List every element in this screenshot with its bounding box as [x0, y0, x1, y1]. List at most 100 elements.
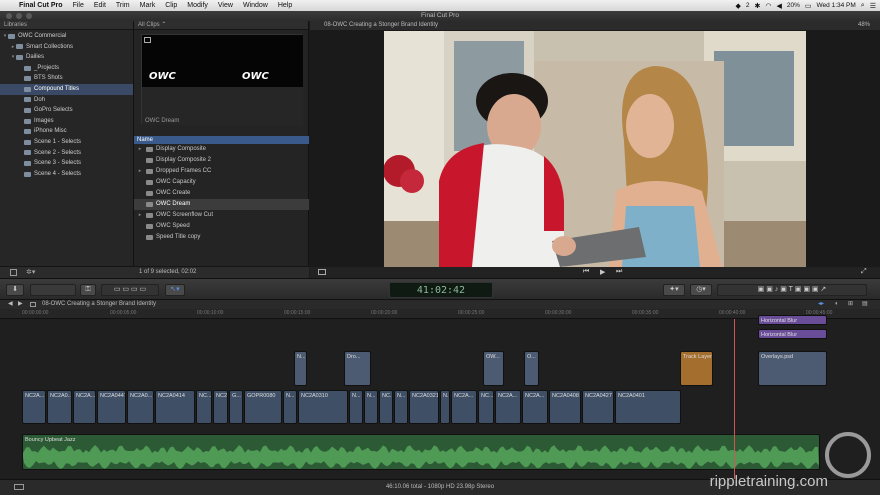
- close-window-button[interactable]: [6, 13, 12, 19]
- disclosure-triangle-icon[interactable]: ▸: [134, 144, 146, 155]
- minimize-window-button[interactable]: [16, 13, 22, 19]
- library-item[interactable]: Images: [0, 116, 133, 127]
- storyline-clip[interactable]: N...: [394, 390, 408, 424]
- storyline-clip[interactable]: N...: [349, 390, 363, 424]
- retime-icon[interactable]: ◷▾: [690, 284, 712, 296]
- forward-arrow-icon[interactable]: ▶: [18, 300, 23, 309]
- library-item[interactable]: ▾ OWC Commercial: [0, 31, 133, 42]
- clip-filter[interactable]: All Clips ⌃: [134, 21, 308, 30]
- next-frame-icon[interactable]: ⏭: [616, 268, 622, 276]
- connected-clip[interactable]: Overlays.psd: [758, 351, 827, 386]
- dropbox-icon[interactable]: ◆: [736, 2, 741, 10]
- import-icon[interactable]: ⬇: [6, 284, 24, 296]
- storyline-clip[interactable]: NC2A...: [451, 390, 477, 424]
- storyline-clip[interactable]: N...: [440, 390, 450, 424]
- timeline[interactable]: N... Dro... OW... O... Track Layer Horizontal…: [0, 315, 880, 479]
- library-item[interactable]: _Projects: [0, 63, 133, 74]
- storyline-clip[interactable]: NC2...: [213, 390, 228, 424]
- clip-row[interactable]: OWC Dream: [134, 199, 309, 210]
- menu-file[interactable]: File: [68, 0, 89, 11]
- action-gear-icon[interactable]: ✲▾: [26, 268, 35, 276]
- back-arrow-icon[interactable]: ◀: [8, 300, 13, 309]
- disclosure-triangle-icon[interactable]: ▸: [134, 166, 146, 177]
- timeline-ruler[interactable]: 00:00:00:00 00:00:05:00 00:00:10:00 00:00:1…: [0, 309, 880, 319]
- library-item[interactable]: Doh: [0, 95, 133, 106]
- library-item[interactable]: Scene 3 - Selects: [0, 158, 133, 169]
- solo-icon[interactable]: ◐: [835, 300, 839, 309]
- storyline-clip[interactable]: NC...: [478, 390, 494, 424]
- snapping-icon[interactable]: ⊞: [848, 300, 853, 309]
- spotlight-icon[interactable]: ⌕: [861, 2, 865, 10]
- clock[interactable]: Wed 1:34 PM: [817, 2, 856, 9]
- storyline-clip[interactable]: NC2A0414: [155, 390, 195, 424]
- volume-icon[interactable]: ◀: [777, 2, 782, 10]
- play-icon[interactable]: ▶: [600, 268, 605, 276]
- library-item[interactable]: ▾ Dailies: [0, 52, 133, 63]
- menu-modify[interactable]: Modify: [182, 0, 213, 11]
- wifi-icon[interactable]: ◠: [765, 2, 771, 10]
- timecode-display[interactable]: 41:02:42: [389, 282, 493, 298]
- viewer-zoom[interactable]: 48%: [858, 21, 870, 30]
- clip-row[interactable]: OWC Speed: [134, 221, 309, 232]
- enhance-icon[interactable]: ✦▾: [663, 284, 685, 296]
- connected-clip[interactable]: Horizontal Blur: [758, 329, 827, 339]
- storyline-clip[interactable]: NC2A...: [73, 390, 96, 424]
- library-item[interactable]: BTS Shots: [0, 73, 133, 84]
- storyline-clip[interactable]: NC2A...: [522, 390, 548, 424]
- connected-clip[interactable]: OW...: [483, 351, 504, 386]
- audio-clip[interactable]: Bouncy Upbeat Jazz: [22, 434, 820, 470]
- connected-clip[interactable]: Horizontal Blur: [758, 315, 827, 325]
- connected-clip[interactable]: Dro...: [344, 351, 371, 386]
- storyline-clip[interactable]: GOPR0080: [244, 390, 282, 424]
- key-icon[interactable]: ⚿: [80, 284, 96, 296]
- clip-row[interactable]: ▸ Display Composite: [134, 144, 309, 155]
- bluetooth-icon[interactable]: ✱: [755, 2, 761, 10]
- clip-row[interactable]: OWC Capacity: [134, 177, 309, 188]
- connected-clip[interactable]: N...: [294, 351, 307, 386]
- video-frame[interactable]: [384, 31, 806, 267]
- edit-buttons[interactable]: ▭ ▭ ▭ ▭: [101, 284, 159, 296]
- disclosure-triangle-icon[interactable]: ▸: [134, 210, 146, 221]
- menu-help[interactable]: Help: [273, 0, 297, 11]
- storyline-clip[interactable]: NC2A0310: [298, 390, 348, 424]
- menu-edit[interactable]: Edit: [89, 0, 111, 11]
- storyline-clip[interactable]: G...: [229, 390, 243, 424]
- menu-mark[interactable]: Mark: [135, 0, 161, 11]
- storyline-clip[interactable]: NC2A0427: [582, 390, 614, 424]
- storyline-clip[interactable]: NC2A0401: [615, 390, 681, 424]
- viewer-options-icon[interactable]: [318, 269, 326, 275]
- clip-row[interactable]: Speed Title copy: [134, 232, 309, 243]
- timeline-index-icon[interactable]: [14, 484, 24, 490]
- clip-row[interactable]: ▸ OWC Screenflow Cut: [134, 210, 309, 221]
- menu-window[interactable]: Window: [238, 0, 273, 11]
- storyline-clip[interactable]: NC...: [379, 390, 393, 424]
- storyline-clip[interactable]: NC2A0...: [127, 390, 154, 424]
- select-tool-icon[interactable]: ↖▾: [165, 284, 185, 296]
- library-item[interactable]: Compound Titles: [0, 83, 133, 95]
- clip-thumbnail[interactable]: OWC OWC: [142, 35, 303, 87]
- library-item[interactable]: Scene 4 - Selects: [0, 169, 133, 180]
- menu-view[interactable]: View: [213, 0, 238, 11]
- zoom-window-button[interactable]: [26, 13, 32, 19]
- clip-filmstrip[interactable]: OWC OWC OWC Dream: [141, 34, 303, 125]
- browser-toggle-buttons[interactable]: ▣ ▣ ♪ ▣ T ▣ ▣ ▣ ↗: [717, 284, 867, 296]
- menu-trim[interactable]: Trim: [111, 0, 135, 11]
- storyline-clip[interactable]: N...: [283, 390, 297, 424]
- connected-clip[interactable]: Track Layer: [680, 351, 713, 386]
- previous-frame-icon[interactable]: ⏮: [583, 268, 589, 276]
- clip-row[interactable]: Display Composite 2: [134, 155, 309, 166]
- app-menu[interactable]: Final Cut Pro: [14, 0, 68, 11]
- notification-center-icon[interactable]: ☰: [870, 2, 876, 10]
- playhead[interactable]: [734, 319, 735, 479]
- storyline-clip[interactable]: N...: [364, 390, 378, 424]
- clip-row[interactable]: ▸ Dropped Frames CC: [134, 166, 309, 177]
- storyline-clip[interactable]: NC2A0321: [409, 390, 439, 424]
- storyline-clip[interactable]: NC...: [196, 390, 212, 424]
- keyword-editor-button[interactable]: [30, 284, 76, 296]
- clip-appearance-icon[interactable]: ▤: [862, 300, 868, 309]
- menu-clip[interactable]: Clip: [160, 0, 182, 11]
- storyline-clip[interactable]: NC2A...: [22, 390, 46, 424]
- storyline-clip[interactable]: NC2A0447: [97, 390, 126, 424]
- show-libraries-icon[interactable]: [10, 269, 17, 276]
- library-item[interactable]: ▸ Smart Collections: [0, 42, 133, 53]
